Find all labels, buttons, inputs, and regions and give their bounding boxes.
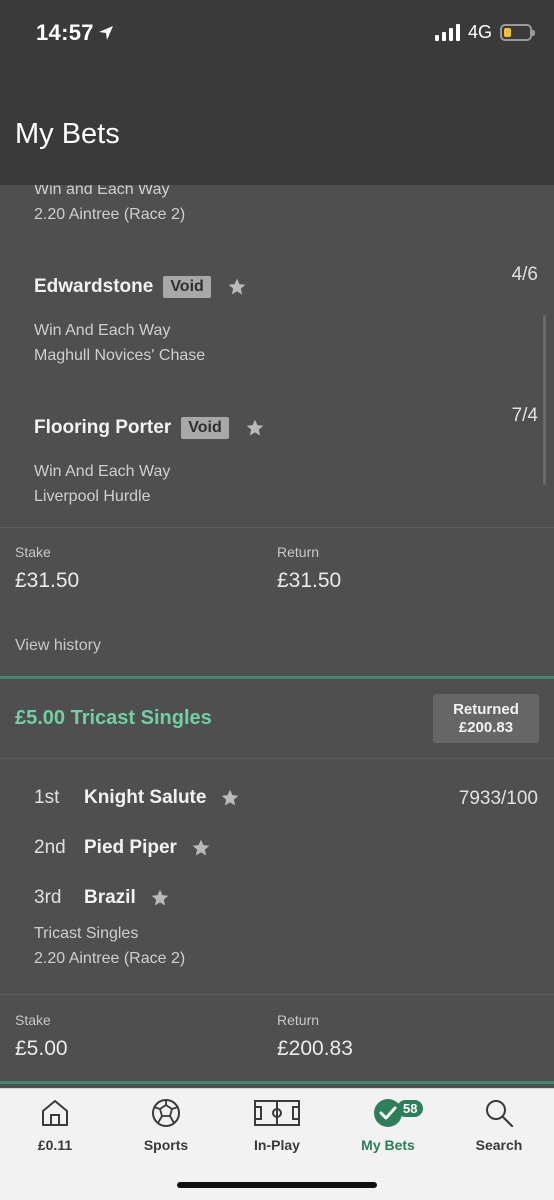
tricast-odds: 7933/100: [458, 788, 538, 809]
scrollbar[interactable]: [543, 315, 546, 485]
favourite-star-icon[interactable]: [191, 838, 211, 858]
page-header: My Bets: [0, 72, 554, 185]
tab-label: My Bets: [361, 1137, 415, 1153]
selection-name: Flooring Porter: [34, 417, 172, 438]
bet-separator: [0, 1081, 554, 1084]
selection-market: Win And Each Way: [34, 463, 171, 480]
location-arrow-icon: [98, 26, 113, 40]
favourite-star-icon[interactable]: [245, 418, 265, 438]
selection-odds: 4/6: [511, 264, 538, 285]
tab-home[interactable]: £0.11: [0, 1097, 110, 1153]
home-icon: [42, 1100, 68, 1126]
bet-market: Tricast Singles: [34, 925, 139, 942]
search-icon: [486, 1100, 514, 1128]
placing-row: 2nd Pied Piper: [34, 837, 211, 859]
pitch-icon: [254, 1100, 300, 1126]
tab-label: Sports: [143, 1137, 189, 1153]
void-badge: Void: [181, 417, 229, 439]
returned-label: Returned: [453, 701, 519, 718]
tab-in-play[interactable]: In-Play: [222, 1097, 332, 1153]
battery-icon: [500, 24, 535, 41]
stake-label: Stake: [15, 544, 51, 560]
placing-row: 1st Knight Salute: [34, 787, 240, 809]
bet-event: 2.20 Aintree (Race 2): [34, 206, 186, 223]
bottom-tab-bar: £0.11 Sports In-Play 58 My Bets Search: [0, 1088, 554, 1200]
stake-amount: £5.00: [15, 1037, 68, 1060]
status-indicators: 4G: [434, 22, 535, 43]
tab-label: In-Play: [254, 1137, 300, 1153]
tab-label: Search: [475, 1137, 523, 1153]
signal-icon: [434, 24, 460, 41]
my-bets-count-badge: 58: [397, 1100, 424, 1117]
returned-amount: £200.83: [458, 719, 514, 736]
page-title: My Bets: [15, 118, 120, 150]
tab-search[interactable]: Search: [444, 1097, 554, 1153]
status-bar: 14:57 4G: [0, 0, 554, 72]
selection-name: Brazil: [84, 887, 136, 908]
divider: [0, 994, 554, 995]
favourite-star-icon[interactable]: [227, 277, 247, 297]
placing-position: 2nd: [34, 837, 66, 858]
favourite-star-icon[interactable]: [220, 788, 240, 808]
returned-badge: Returned £200.83: [433, 694, 539, 743]
tab-my-bets[interactable]: 58 My Bets: [333, 1097, 443, 1153]
return-label: Return: [277, 544, 320, 560]
selection-market: Win And Each Way: [34, 322, 171, 339]
placing-row: 3rd Brazil: [34, 887, 170, 909]
selection-name: Pied Piper: [84, 837, 177, 858]
bet-title[interactable]: £5.00 Tricast Singles: [15, 707, 212, 730]
network-type: 4G: [467, 22, 492, 42]
stake-amount: £31.50: [15, 569, 80, 592]
placing-position: 1st: [34, 787, 60, 808]
placing-position: 3rd: [34, 887, 62, 908]
bets-list[interactable]: Win and Each Way 2.20 Aintree (Race 2) E…: [0, 185, 554, 1088]
divider: [0, 758, 554, 759]
football-icon: [152, 1099, 180, 1127]
void-badge: Void: [163, 276, 211, 298]
bet-event: 2.20 Aintree (Race 2): [34, 950, 186, 967]
return-amount: £200.83: [277, 1037, 353, 1060]
favourite-star-icon[interactable]: [150, 888, 170, 908]
stake-label: Stake: [15, 1012, 51, 1028]
selection-row: Flooring Porter Void: [34, 417, 265, 439]
bet-market: Win and Each Way: [34, 185, 170, 198]
bet-separator: [0, 676, 554, 679]
selection-event: Liverpool Hurdle: [34, 488, 151, 505]
tab-label: £0.11: [37, 1137, 73, 1153]
home-indicator[interactable]: [177, 1182, 377, 1188]
selection-row: Edwardstone Void: [34, 276, 247, 298]
return-label: Return: [277, 1012, 320, 1028]
view-history-link[interactable]: View history: [15, 637, 101, 655]
selection-event: Maghull Novices' Chase: [34, 347, 206, 364]
status-time: 14:57: [36, 20, 114, 46]
return-amount: £31.50: [277, 569, 342, 592]
divider: [0, 527, 554, 528]
selection-name: Edwardstone: [34, 276, 154, 297]
tab-sports[interactable]: Sports: [111, 1097, 221, 1153]
selection-odds: 7/4: [511, 405, 538, 426]
selection-name: Knight Salute: [84, 787, 207, 808]
